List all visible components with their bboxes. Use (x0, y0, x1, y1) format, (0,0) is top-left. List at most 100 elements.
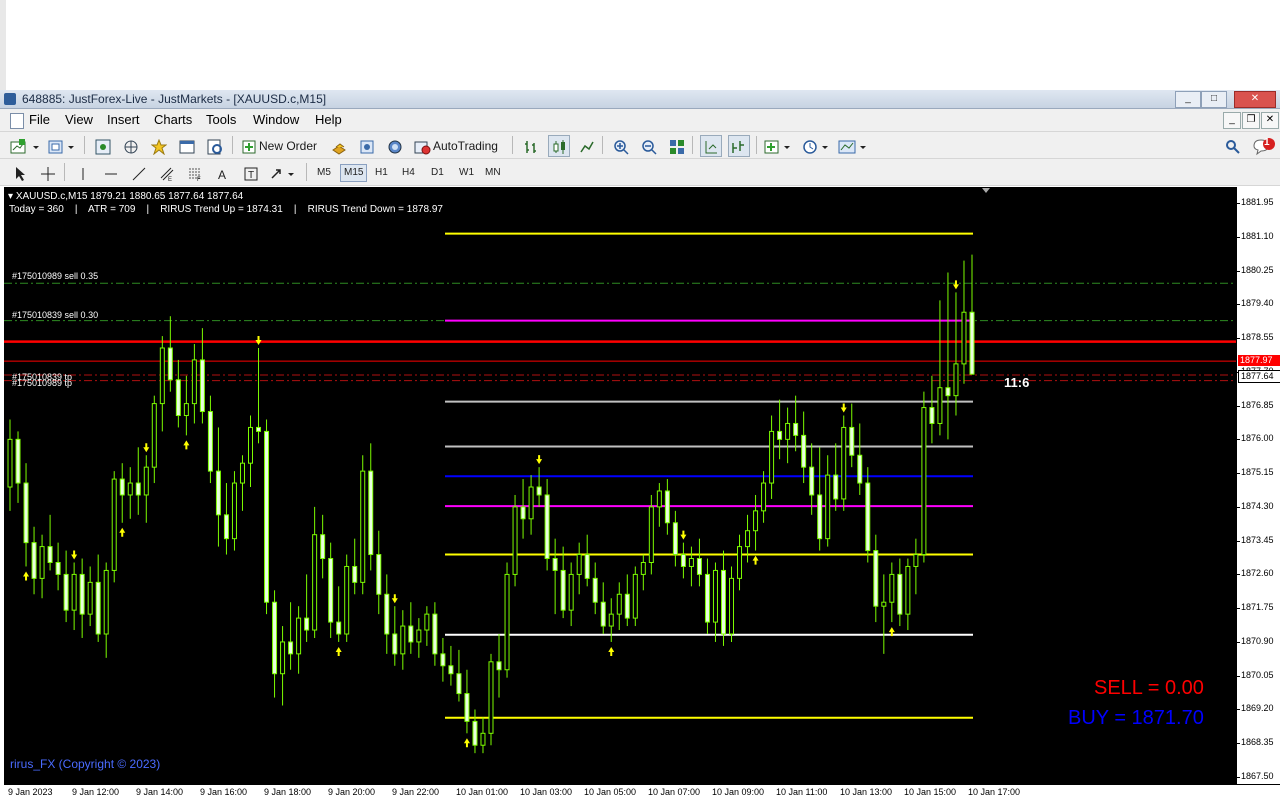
menu-tools[interactable]: Tools (204, 112, 238, 127)
menu-file[interactable]: File (27, 112, 52, 127)
candle-body (328, 558, 334, 623)
menu-window[interactable]: Window (251, 112, 301, 127)
timeframe-m5[interactable]: M5 (313, 164, 335, 182)
crosshair-icon[interactable] (37, 162, 59, 184)
new-chart-icon[interactable] (8, 135, 42, 157)
timeframe-w1[interactable]: W1 (455, 164, 478, 182)
time-axis[interactable]: 9 Jan 2023 9 Jan 12:00 9 Jan 14:00 9 Jan 16… (4, 784, 1280, 801)
fibonacci-icon[interactable]: F (184, 162, 206, 184)
price-label: 1881.10 (1241, 230, 1274, 241)
candle-body (7, 438, 13, 488)
candle-body (360, 470, 366, 583)
navigator-icon[interactable] (120, 135, 142, 157)
window-title: 648885: JustForex-Live - JustMarkets - [… (22, 92, 327, 106)
candle-body (969, 311, 975, 375)
time-label: 9 Jan 16:00 (200, 787, 248, 797)
minimize-button[interactable]: _ (1175, 91, 1201, 108)
auto-scroll-icon[interactable] (700, 135, 722, 157)
chart-window[interactable]: ▾ XAUUSD.c,M15 1879.21 1880.65 1877.64 1… (4, 187, 1280, 801)
gold-bars-icon[interactable] (328, 135, 350, 157)
toolbar-separator (84, 136, 85, 154)
timeframe-m15[interactable]: M15 (340, 164, 368, 182)
mdi-close-button[interactable]: ✕ (1261, 112, 1279, 129)
time-label: 10 Jan 15:00 (904, 787, 957, 797)
price-tick (1237, 236, 1240, 238)
candle-body (672, 522, 678, 556)
price-chart[interactable] (4, 187, 1236, 784)
svg-text:T: T (248, 170, 254, 181)
zoom-in-icon[interactable] (610, 135, 632, 157)
candle-body (416, 629, 422, 643)
timeframe-h1[interactable]: H1 (371, 164, 392, 182)
menu-insert[interactable]: Insert (105, 112, 142, 127)
candle-body (175, 379, 181, 417)
time-label: 9 Jan 14:00 (136, 787, 184, 797)
candle-body (913, 554, 919, 567)
signal-arrow (680, 530, 687, 540)
svg-text:E: E (168, 177, 172, 182)
search-icon[interactable] (1222, 135, 1244, 157)
price-axis[interactable]: 1881.95 1881.10 1880.25 1879.40 1878.55 1877.… (1236, 187, 1280, 784)
indicators-icon[interactable] (762, 135, 794, 157)
candle-body (544, 494, 550, 560)
chart-symbol-info: XAUUSD.c,M15 1879.21 1880.65 1877.64 187… (15, 191, 244, 202)
candle-body (688, 558, 694, 567)
candle-body (496, 661, 502, 671)
notifications-button[interactable]: 1 (1250, 135, 1278, 157)
periods-icon[interactable] (800, 135, 832, 157)
market-watch-icon[interactable] (92, 135, 114, 157)
new-order-button[interactable]: New Order (240, 135, 324, 157)
strategy-tester-icon[interactable] (204, 135, 226, 157)
templates-icon[interactable] (836, 135, 870, 157)
menu-view[interactable]: View (63, 112, 95, 127)
candle-body (440, 653, 446, 667)
channel-icon[interactable]: E (156, 162, 178, 184)
time-label: 9 Jan 2023 (8, 787, 53, 797)
menu-help[interactable]: Help (313, 112, 344, 127)
mdi-restore-button[interactable]: ❐ (1242, 112, 1260, 129)
price-label: 1880.25 (1241, 264, 1274, 275)
text-icon[interactable]: A (212, 162, 234, 184)
autotrading-button[interactable]: AutoTrading (412, 135, 506, 157)
timeframe-h4[interactable]: H4 (398, 164, 419, 182)
trendline-icon[interactable] (128, 162, 150, 184)
favorites-icon[interactable] (148, 135, 170, 157)
profiles-icon[interactable] (46, 135, 78, 157)
bar-chart-icon[interactable] (520, 135, 542, 157)
vertical-line-icon[interactable] (72, 162, 94, 184)
candlestick-icon[interactable] (548, 135, 570, 157)
candle-body (288, 641, 294, 655)
timeframe-mn[interactable]: MN (481, 164, 505, 182)
candle-body (312, 534, 318, 631)
candle-body (769, 430, 775, 484)
chart-shift-icon[interactable] (728, 135, 750, 157)
text-label-icon[interactable]: T (240, 162, 262, 184)
price-tick (1237, 270, 1240, 272)
candle-body (953, 363, 959, 397)
signals-icon[interactable] (356, 135, 378, 157)
close-button[interactable]: ✕ (1234, 91, 1276, 108)
candle-body (809, 466, 815, 496)
candle-body (31, 542, 37, 579)
maximize-button[interactable]: □ (1201, 91, 1227, 108)
timeframe-d1[interactable]: D1 (427, 164, 448, 182)
market-icon[interactable] (384, 135, 406, 157)
candle-body (881, 601, 887, 607)
candle-body (600, 601, 606, 627)
candle-body (640, 561, 646, 575)
line-chart-icon[interactable] (576, 135, 598, 157)
time-label: 10 Jan 09:00 (712, 787, 765, 797)
arrows-icon[interactable] (268, 162, 300, 184)
zoom-out-icon[interactable] (638, 135, 660, 157)
autotrading-label: AutoTrading (433, 139, 498, 153)
tile-windows-icon[interactable] (666, 135, 688, 157)
horizontal-line-icon[interactable] (100, 162, 122, 184)
price-label: 1869.20 (1241, 703, 1274, 714)
menu-charts[interactable]: Charts (152, 112, 194, 127)
candle-body (761, 482, 767, 512)
cursor-icon[interactable] (10, 162, 32, 184)
indicator-info: Today = 360 | ATR = 709 | RIRUS Trend Up… (9, 204, 443, 215)
candle-body (264, 430, 270, 603)
terminal-icon[interactable] (176, 135, 198, 157)
mdi-minimize-button[interactable]: _ (1223, 112, 1241, 129)
